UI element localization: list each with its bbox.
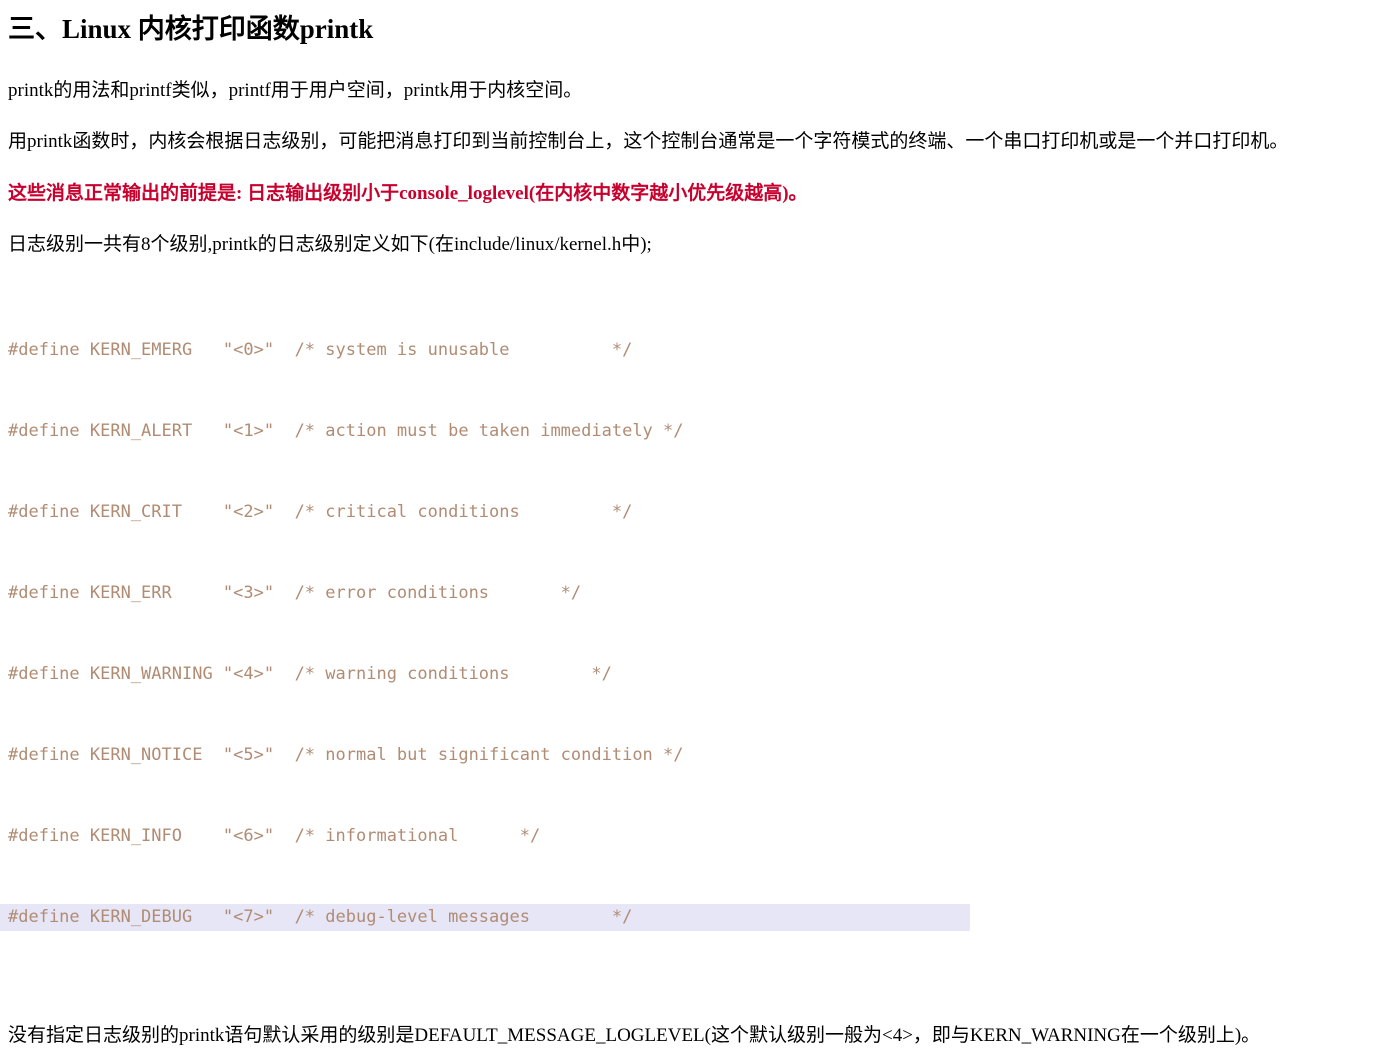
code-line: #define KERN_NOTICE "<5>" /* normal but …: [8, 745, 684, 765]
code-line: #define KERN_INFO "<6>" /* informational…: [8, 826, 541, 846]
code-line: #define KERN_ALERT "<1>" /* action must …: [8, 421, 684, 441]
code-line: #define KERN_ERR "<3>" /* error conditio…: [8, 583, 582, 603]
page-title: 三、Linux 内核打印函数printk: [8, 14, 374, 44]
code-line: #define KERN_CRIT "<2>" /* critical cond…: [8, 502, 633, 522]
paragraph-default-level: 没有指定日志级别的printk语句默认采用的级别是DEFAULT_MESSAGE…: [8, 1025, 1261, 1046]
code-line: #define KERN_EMERG "<0>" /* system is un…: [8, 340, 633, 360]
paragraph-warning: 这些消息正常输出的前提是: 日志输出级别小于console_loglevel(在…: [8, 183, 808, 204]
code-line: #define KERN_WARNING "<4>" /* warning co…: [8, 664, 612, 684]
paragraph-levels-intro: 日志级别一共有8个级别,printk的日志级别定义如下(在include/lin…: [8, 234, 652, 255]
code-block: #define KERN_EMERG "<0>" /* system is un…: [0, 260, 1374, 985]
paragraph-console: 用printk函数时，内核会根据日志级别，可能把消息打印到当前控制台上，这个控制…: [8, 131, 1289, 152]
paragraph-intro: printk的用法和printf类似，printf用于用户空间，printk用于…: [8, 80, 583, 101]
document-page: 三、Linux 内核打印函数printk printk的用法和printf类似，…: [0, 0, 1382, 1046]
code-line-highlighted: #define KERN_DEBUG "<7>" /* debug-level …: [0, 904, 970, 931]
